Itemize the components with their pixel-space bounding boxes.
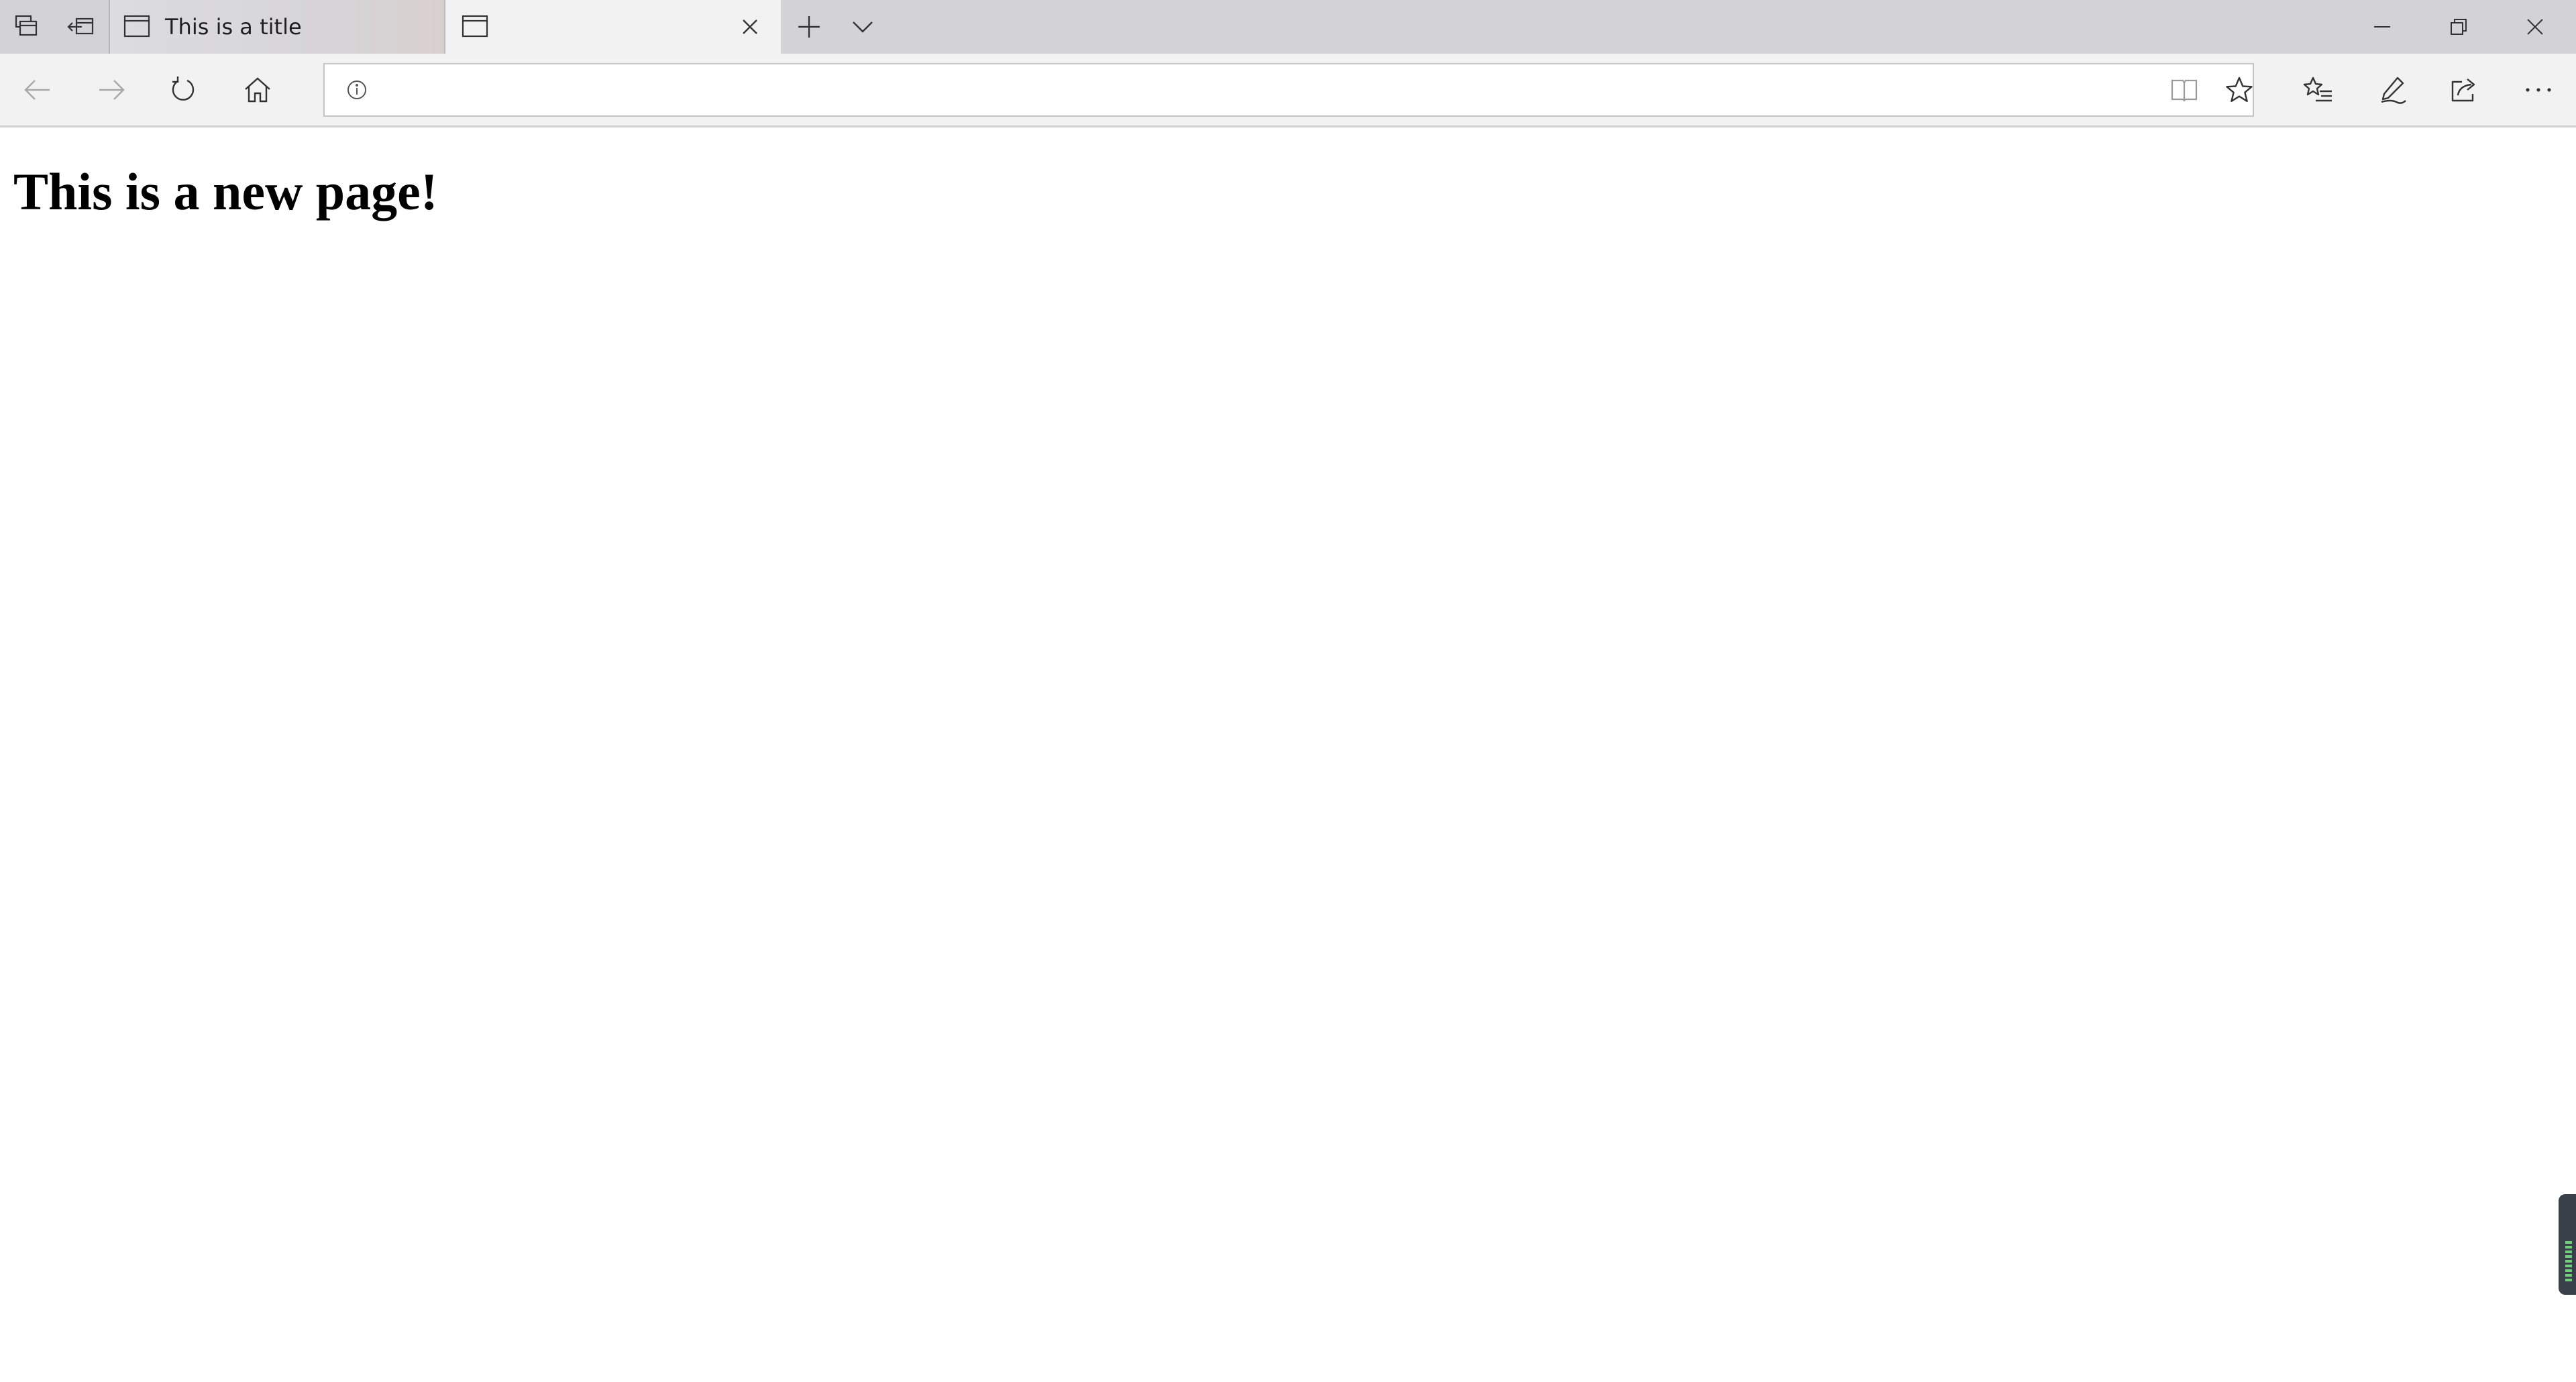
close-window-button[interactable] <box>2497 0 2573 54</box>
more-button[interactable] <box>2502 54 2575 126</box>
tab-active[interactable] <box>445 0 781 54</box>
star-icon <box>2224 75 2254 105</box>
favorites-button[interactable] <box>2282 54 2355 126</box>
browser-window: This is a title This is a new page! <box>0 0 2576 1382</box>
reading-view-button[interactable] <box>2163 70 2206 110</box>
tab-preview-icon <box>15 15 39 39</box>
set-tabs-aside-icon <box>67 15 94 39</box>
tab-title: This is a title <box>165 14 302 40</box>
new-tab-button[interactable] <box>784 0 835 54</box>
share-button[interactable] <box>2428 54 2501 126</box>
tab-list-button[interactable] <box>837 0 888 54</box>
close-tab-button[interactable] <box>737 13 763 40</box>
plus-icon <box>796 13 822 40</box>
info-icon[interactable] <box>343 76 370 103</box>
address-bar[interactable] <box>323 63 2254 117</box>
page-content: This is a new page! <box>0 127 2576 1382</box>
back-arrow-icon <box>23 76 52 103</box>
set-tabs-aside-button[interactable] <box>55 0 106 54</box>
navigation-bar <box>0 54 2576 127</box>
forward-button[interactable] <box>75 54 148 126</box>
close-icon <box>2525 17 2545 37</box>
chevron-down-icon <box>849 13 876 40</box>
refresh-icon <box>169 75 199 105</box>
back-button[interactable] <box>1 54 74 126</box>
notes-button[interactable] <box>2356 54 2428 126</box>
side-widget[interactable] <box>2559 1194 2576 1295</box>
reading-view-icon <box>2169 76 2199 103</box>
minimize-icon <box>2372 17 2392 37</box>
url-text-obscured[interactable] <box>388 74 830 106</box>
home-button[interactable] <box>221 54 294 126</box>
minimize-button[interactable] <box>2344 0 2420 54</box>
page-icon <box>123 14 150 38</box>
share-icon <box>2450 75 2479 105</box>
tab-strip: This is a title <box>0 0 2576 54</box>
forward-arrow-icon <box>97 76 126 103</box>
more-icon <box>2524 86 2553 94</box>
tab-preview-button[interactable] <box>1 0 52 54</box>
page-heading: This is a new page! <box>13 162 438 221</box>
home-icon <box>243 75 272 105</box>
page-icon <box>462 14 488 38</box>
tab-inactive[interactable]: This is a title <box>109 0 445 54</box>
add-favorite-button[interactable] <box>2218 70 2261 110</box>
tab-title-obscured <box>502 12 669 42</box>
favorites-list-icon <box>2302 75 2334 105</box>
restore-icon <box>2449 17 2469 37</box>
pen-icon <box>2377 75 2407 105</box>
restore-button[interactable] <box>2420 0 2497 54</box>
level-meter-icon <box>2565 1241 2572 1281</box>
refresh-button[interactable] <box>148 54 220 126</box>
